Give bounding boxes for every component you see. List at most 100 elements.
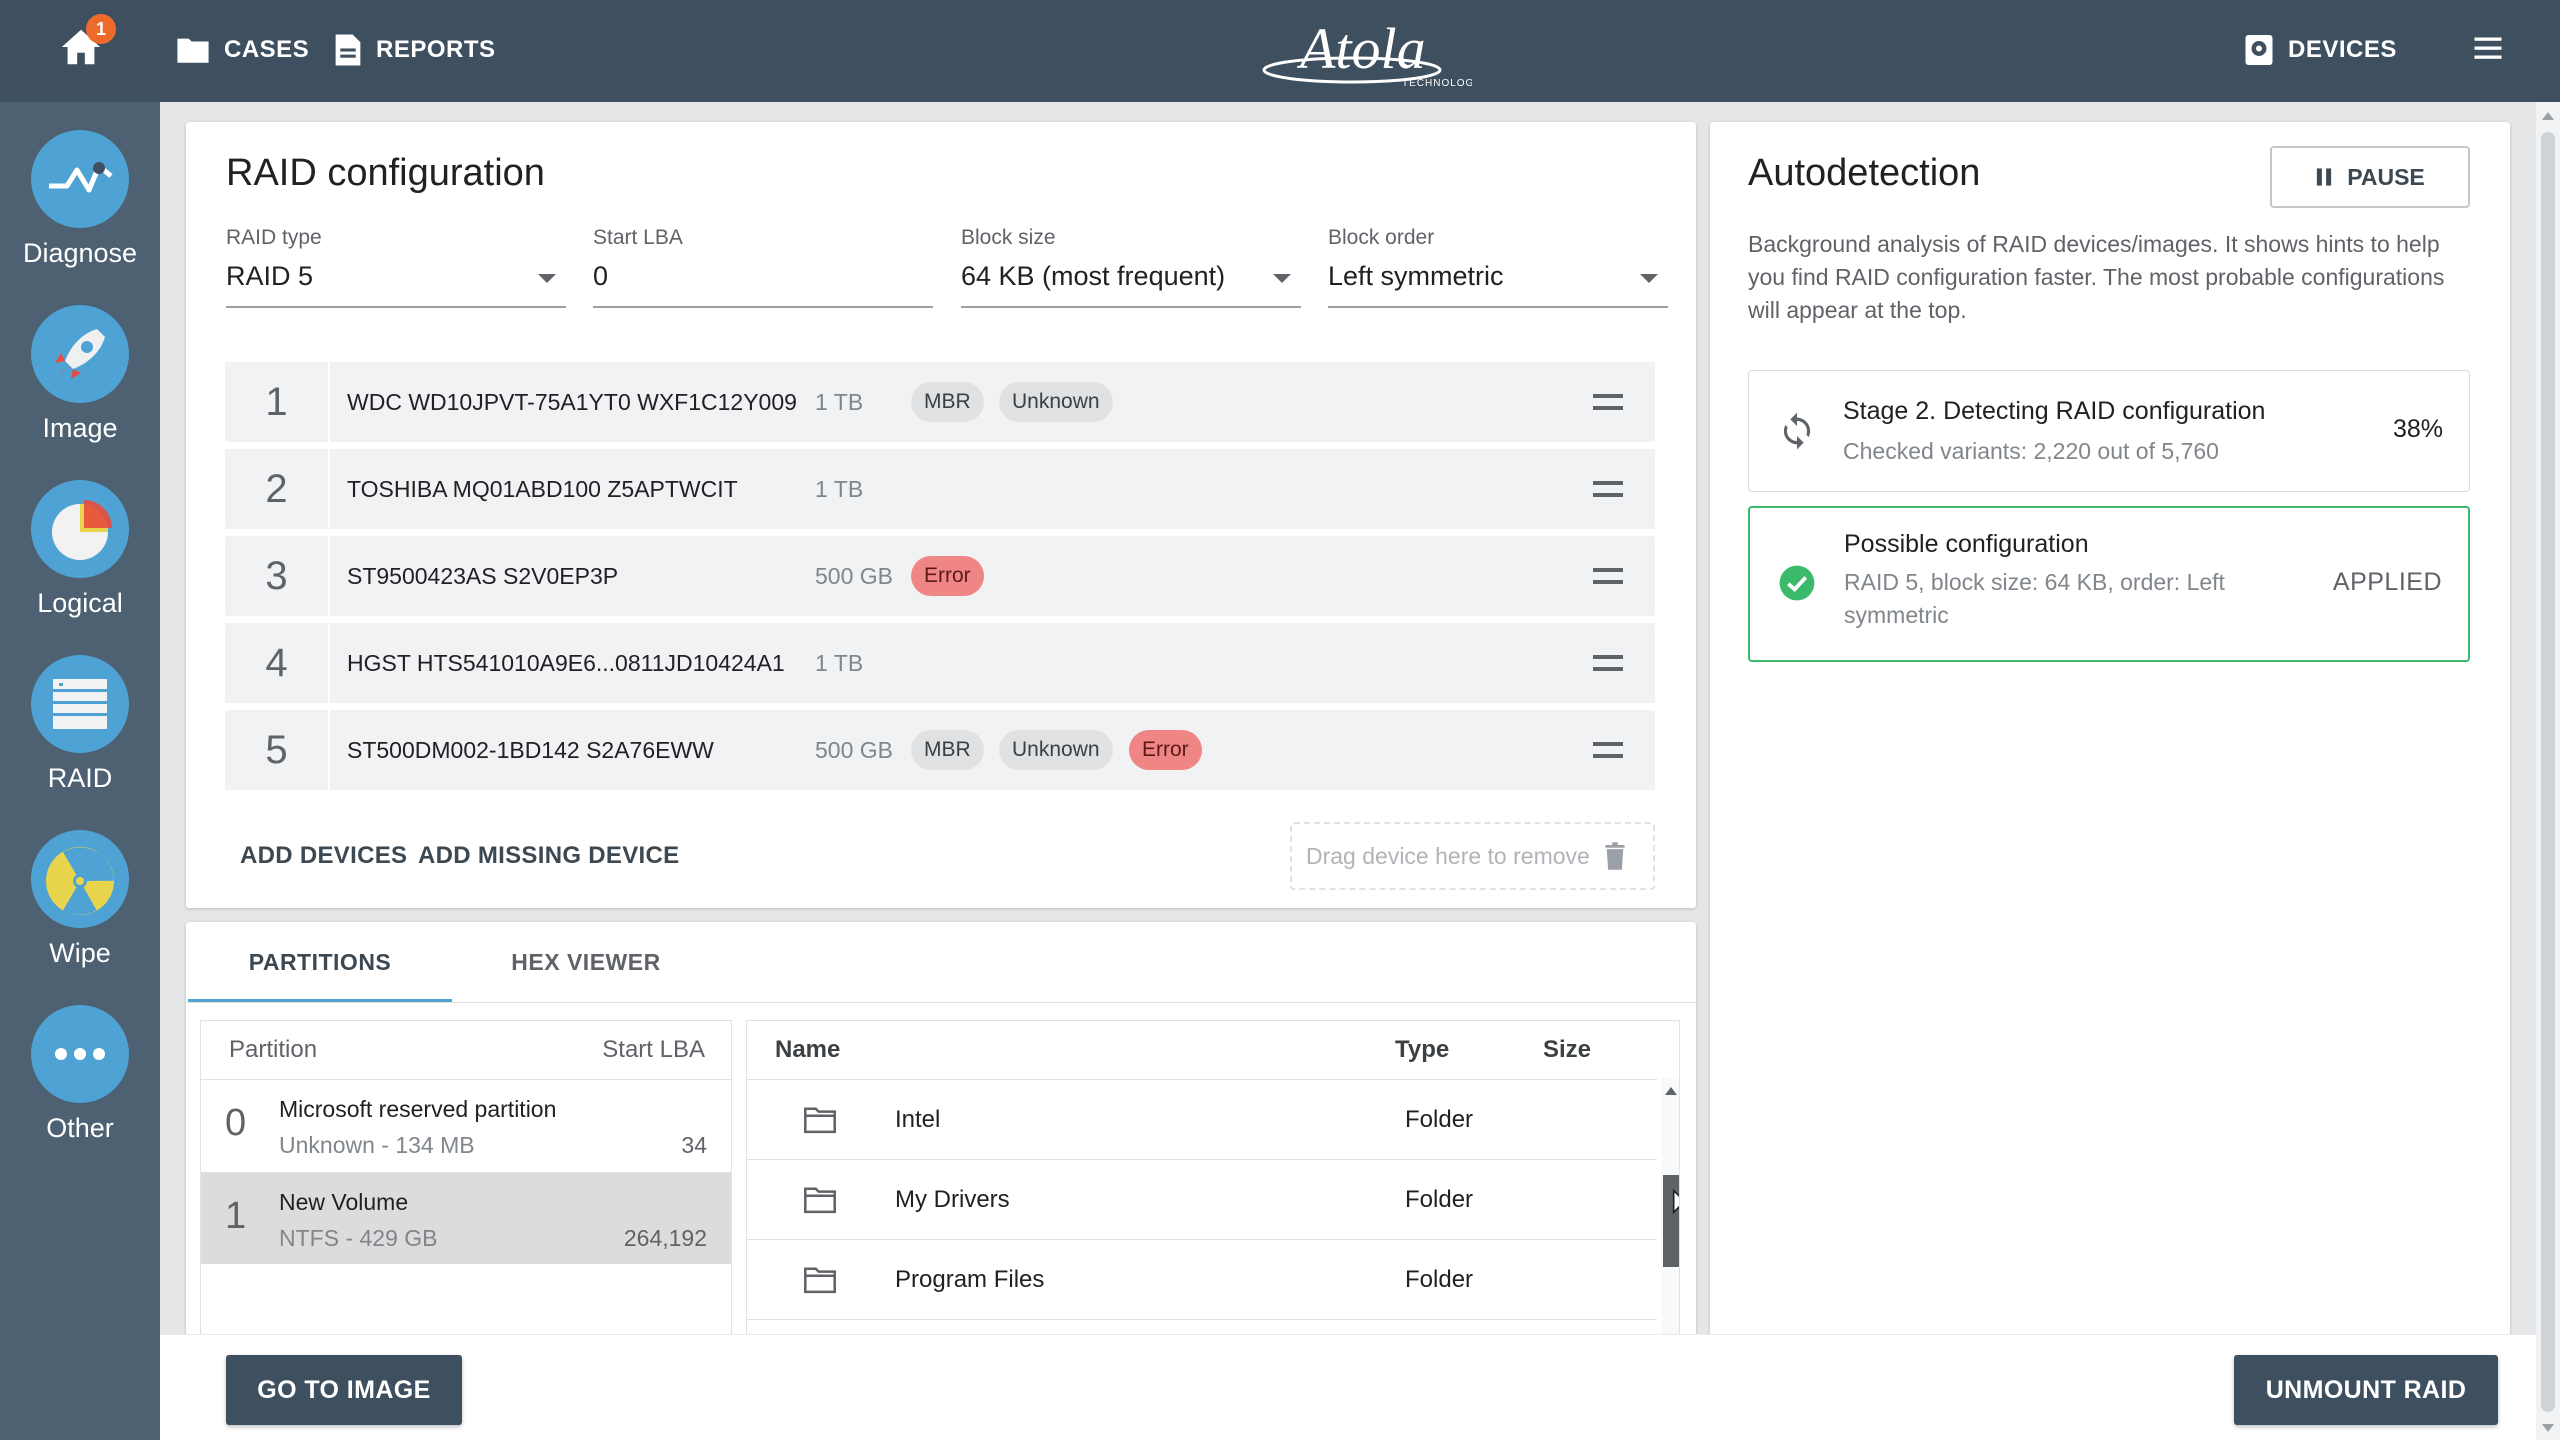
partition-info: Unknown - 134 MB [279,1132,475,1158]
stage-title: Stage 2. Detecting RAID configuration [1843,397,2266,425]
sidebar-label-logical: Logical [37,588,123,618]
sync-icon [1783,412,1811,450]
devices-button[interactable]: DEVICES [2244,30,2397,70]
device-size: 1 TB [815,650,864,676]
pie-chart-icon [31,480,129,578]
sidebar-item-diagnose[interactable]: Diagnose [0,130,160,290]
sidebar-item-wipe[interactable]: Wipe [0,830,160,990]
unmount-raid-button[interactable]: UNMOUNT RAID [2234,1355,2498,1425]
device-row[interactable]: 5 ST500DM002-1BD142 S2A76EWW 500 GB MBR … [225,710,1655,790]
partition-list: Partition Start LBA 0 Microsoft reserved… [200,1020,732,1336]
tabs-divider [186,1002,1696,1003]
device-number: 4 [225,623,330,703]
possible-configuration-card[interactable]: Possible configuration RAID 5, block siz… [1748,506,2470,662]
partition-index: 0 [225,1102,247,1144]
stage-percent: 38% [2392,415,2443,443]
drag-handle-icon[interactable] [1593,481,1623,497]
block-order-field[interactable]: Block order Left symmetric [1328,226,1668,308]
block-size-label: Block size [961,226,1056,249]
col-name: Name [775,1036,841,1063]
more-icon [31,1005,129,1103]
sidebar-label-raid: RAID [47,763,113,793]
file-name: Program Files [895,1266,1045,1293]
device-row[interactable]: 1 WDC WD10JPVT-75A1YT0 WXF1C12Y009 1 TB … [225,362,1655,442]
scroll-up-icon[interactable] [1665,1087,1677,1095]
device-row[interactable]: 2 TOSHIBA MQ01ABD100 Z5APTWCIT 1 TB [225,449,1655,529]
scroll-down-icon[interactable] [2542,1424,2554,1432]
raid-type-select[interactable]: RAID 5 [226,252,566,308]
add-devices-button[interactable]: ADD DEVICES [240,842,407,870]
autodetection-description: Background analysis of RAID devices/imag… [1748,231,2445,323]
start-lba-field[interactable]: Start LBA 0 [593,226,933,308]
top-bar: 1 CASES REPORTS Atola TECHNOLOGY DEVICES [0,0,2560,102]
pause-button[interactable]: PAUSE [2270,146,2470,208]
device-number: 1 [225,362,330,442]
nav-reports-label: REPORTS [376,36,496,63]
device-size: 1 TB [815,389,864,415]
col-type: Type [1395,1036,1450,1063]
file-row[interactable]: My Drivers Folder [747,1159,1657,1239]
block-size-select[interactable]: 64 KB (most frequent) [961,252,1301,308]
drag-handle-icon[interactable] [1593,655,1623,671]
file-row[interactable]: Intel Folder [747,1079,1657,1159]
sidebar-label-wipe: Wipe [49,938,111,968]
file-type: Folder [1405,1266,1474,1293]
folder-icon [804,1187,836,1214]
raid-type-field[interactable]: RAID type RAID 5 [226,226,566,308]
sidebar-item-image[interactable]: Image [0,305,160,465]
autodetection-title: Autodetection [1748,152,1981,194]
go-to-image-button[interactable]: GO TO IMAGE [226,1355,462,1425]
nav-cases[interactable]: CASES [176,30,309,70]
menu-button[interactable] [2470,30,2506,66]
sidebar-item-other[interactable]: Other [0,1005,160,1165]
device-name: TOSHIBA MQ01ABD100 Z5APTWCIT [347,476,738,502]
page-scrollbar-thumb[interactable] [2541,132,2555,1412]
col-partition: Partition [229,1036,318,1063]
rocket-icon [31,305,129,403]
chevron-down-icon [1273,274,1291,283]
device-row[interactable]: 4 HGST HTS541010A9E6...0811JD10424A1 1 T… [225,623,1655,703]
start-lba-input[interactable]: 0 [593,252,933,308]
stage-progress-box: Stage 2. Detecting RAID configuration Ch… [1748,370,2470,492]
page-scrollbar[interactable] [2536,102,2560,1440]
file-row[interactable]: Program Files Folder [747,1239,1657,1319]
partition-index: 1 [225,1195,247,1237]
chip-mbr: MBR [911,382,984,422]
partition-row[interactable]: 1 New Volume NTFS - 429 GB 264,192 [201,1172,731,1264]
raid-config-title: RAID configuration [226,152,545,194]
notification-badge: 1 [86,14,116,44]
scroll-up-icon[interactable] [2542,112,2554,120]
sidebar-item-raid[interactable]: RAID [0,655,160,815]
device-icon [2245,35,2273,65]
tab-hex-viewer[interactable]: HEX VIEWER [452,922,720,1002]
chip-mbr: MBR [911,730,984,770]
hamburger-menu-icon [2474,37,2502,59]
add-missing-device-button[interactable]: ADD MISSING DEVICE [418,842,679,870]
sidebar-label-diagnose: Diagnose [22,238,138,268]
device-name: WDC WD10JPVT-75A1YT0 WXF1C12Y009 [347,389,797,415]
nav-reports[interactable]: REPORTS [334,30,496,70]
device-name: ST9500423AS S2V0EP3P [347,563,619,589]
folder-icon [804,1107,836,1134]
pause-label: PAUSE [2347,163,2425,190]
file-name: My Drivers [895,1186,1010,1213]
partition-info: NTFS - 429 GB [279,1225,438,1251]
drag-handle-icon[interactable] [1593,394,1623,410]
folder-icon [804,1267,836,1294]
block-size-field[interactable]: Block size 64 KB (most frequent) [961,226,1301,308]
config-title: Possible configuration [1844,530,2089,558]
device-row[interactable]: 3 ST9500423AS S2V0EP3P 500 GB Error [225,536,1655,616]
partition-row[interactable]: 0 Microsoft reserved partition Unknown -… [201,1079,731,1171]
partition-name: Microsoft reserved partition [279,1096,557,1122]
device-number: 5 [225,710,330,790]
tab-partitions[interactable]: PARTITIONS [188,922,452,1002]
chevron-down-icon [1640,274,1658,283]
block-order-label: Block order [1328,226,1435,249]
remove-drop-zone[interactable]: Drag device here to remove [1290,822,1655,890]
drag-handle-icon[interactable] [1593,742,1623,758]
device-number: 2 [225,449,330,529]
block-order-select[interactable]: Left symmetric [1328,252,1668,308]
drag-handle-icon[interactable] [1593,568,1623,584]
file-type: Folder [1405,1106,1474,1133]
sidebar-item-logical[interactable]: Logical [0,480,160,640]
